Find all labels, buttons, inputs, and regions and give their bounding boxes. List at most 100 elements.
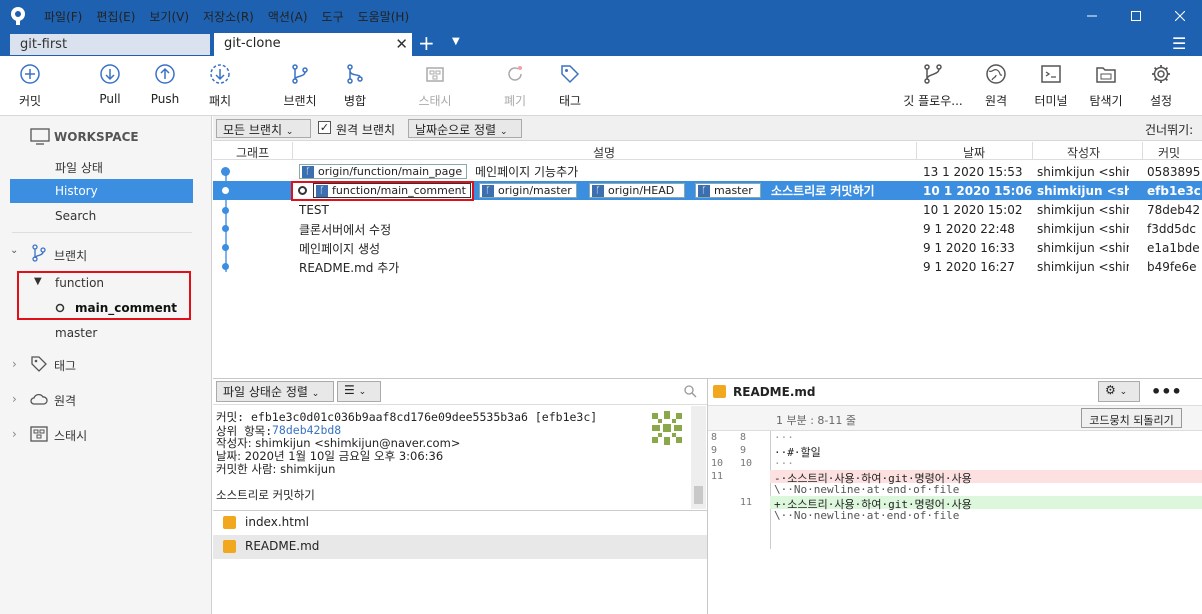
branch-icon: ᚴ xyxy=(302,165,314,178)
hamburger-menu-icon[interactable]: ☰ xyxy=(1172,34,1186,53)
commit-node xyxy=(222,244,229,251)
branch-section-icon xyxy=(32,244,46,262)
diff-line: ··· xyxy=(774,431,794,444)
remotes-expand-icon[interactable]: › xyxy=(12,392,17,406)
gitflow-button[interactable]: 깃 플로우... xyxy=(897,62,969,109)
commit-node xyxy=(222,263,229,270)
chevron-down-icon: ⌄ xyxy=(311,389,320,399)
column-graph[interactable]: 그래프 xyxy=(236,144,269,161)
view-mode-dropdown[interactable]: ☰ ⌄ xyxy=(337,381,381,402)
workspace-header[interactable]: WORKSPACE xyxy=(54,130,139,144)
commit-button[interactable]: 커밋 xyxy=(0,62,60,109)
settings-button[interactable]: 설정 xyxy=(1131,62,1191,109)
menu-action[interactable]: 액션(A) xyxy=(268,8,308,25)
menu-file[interactable]: 파일(F) xyxy=(44,8,82,25)
file-row-selected[interactable]: README.md xyxy=(213,535,707,559)
tags-header[interactable]: 태그 xyxy=(54,357,76,374)
branch-folder-function[interactable]: function xyxy=(55,276,104,290)
revert-hunk-button[interactable]: 코드뭉치 되돌리기 xyxy=(1081,408,1182,428)
scrollbar[interactable] xyxy=(691,406,706,509)
file-row[interactable]: index.html xyxy=(213,511,707,535)
pull-button[interactable]: Pull xyxy=(80,62,140,106)
menu-help[interactable]: 도움말(H) xyxy=(358,8,410,25)
sort-dropdown[interactable]: 날짜순으로 정렬 ⌄ xyxy=(408,119,522,138)
tag-button[interactable]: 태그 xyxy=(540,62,600,109)
remote-branches-checkbox[interactable]: ✓ xyxy=(318,121,331,134)
scrollbar-thumb[interactable] xyxy=(694,486,703,504)
branch-icon: ᚴ xyxy=(482,184,494,197)
commit-author: shimkijun <shimki xyxy=(1037,165,1129,179)
column-divider xyxy=(1032,142,1033,160)
explorer-button[interactable]: 탐색기 xyxy=(1076,62,1136,109)
branch-filter-dropdown[interactable]: 모든 브랜치 ⌄ xyxy=(216,119,311,138)
discard-button[interactable]: 폐기 xyxy=(485,62,545,109)
commit-date: 9 1 2020 22:48 xyxy=(923,222,1015,236)
close-tab-icon[interactable]: ✕ xyxy=(395,35,408,53)
remote-label: 원격 xyxy=(984,94,1008,108)
more-options-icon[interactable]: ••• xyxy=(1151,382,1182,401)
table-row[interactable]: 메인페이지 생성 9 1 2020 16:33 shimkijun <shimk… xyxy=(213,239,1202,258)
search-icon[interactable] xyxy=(684,385,697,398)
merge-label: 병합 xyxy=(343,94,367,108)
maximize-button[interactable] xyxy=(1114,0,1158,32)
ref-tag: ᚴ origin/HEAD xyxy=(589,183,685,198)
explorer-label: 탐색기 xyxy=(1089,94,1123,108)
sidebar-divider xyxy=(12,232,192,233)
push-button[interactable]: Push xyxy=(135,62,195,106)
branches-collapse-icon[interactable]: ⌄ xyxy=(10,245,18,256)
menu-edit[interactable]: 편집(E) xyxy=(96,8,135,25)
column-date[interactable]: 날짜 xyxy=(963,144,985,161)
table-row[interactable]: ᚴ origin/function/main_page 메인페이지 기능추가 13… xyxy=(213,162,1202,181)
branches-header[interactable]: 브랜치 xyxy=(54,247,87,264)
table-row[interactable]: README.md 추가 9 1 2020 16:27 shimkijun <s… xyxy=(213,258,1202,277)
column-author[interactable]: 작성자 xyxy=(1067,144,1100,161)
terminal-button[interactable]: 터미널 xyxy=(1021,62,1081,109)
diff-line: \··No·newline·at·end·of·file xyxy=(774,483,960,496)
stash-button[interactable]: 스태시 xyxy=(405,62,465,109)
current-branch-icon xyxy=(55,303,65,313)
stashes-header[interactable]: 스태시 xyxy=(54,427,87,444)
menu-view[interactable]: 보기(V) xyxy=(149,8,189,25)
branch-label: 브랜치 xyxy=(283,94,317,108)
column-description[interactable]: 설명 xyxy=(593,144,615,161)
function-expand-icon[interactable]: ▼ xyxy=(34,276,42,287)
menu-repository[interactable]: 저장소(R) xyxy=(203,8,254,25)
modified-file-icon xyxy=(223,516,236,529)
commit-list-header xyxy=(213,142,1202,160)
remote-button[interactable]: 원격 xyxy=(966,62,1026,109)
table-row[interactable]: TEST 10 1 2020 15:02 shimkijun <shimki 7… xyxy=(213,201,1202,220)
stashes-expand-icon[interactable]: › xyxy=(12,427,17,441)
tags-expand-icon[interactable]: › xyxy=(12,357,17,371)
close-button[interactable] xyxy=(1158,0,1202,32)
line-number-old: 9 xyxy=(711,445,718,456)
remotes-header[interactable]: 원격 xyxy=(54,392,76,409)
tab-dropdown-icon[interactable]: ▼ xyxy=(452,36,460,47)
discard-icon xyxy=(508,66,522,81)
stash-label: 스태시 xyxy=(418,94,452,108)
branch-main-comment[interactable]: main_comment xyxy=(75,301,177,315)
sidebar-item-search[interactable]: Search xyxy=(55,209,96,223)
commit-date: 9 1 2020 16:27 xyxy=(923,260,1015,274)
sidebar-item-history[interactable]: History xyxy=(10,179,193,203)
merge-button[interactable]: 병합 xyxy=(325,62,385,109)
column-commit[interactable]: 커밋 xyxy=(1158,144,1180,161)
menu-tools[interactable]: 도구 xyxy=(322,8,344,25)
stash-icon xyxy=(426,67,444,82)
fetch-button[interactable]: 패치 xyxy=(190,62,250,109)
tab-git-clone[interactable]: git-clone ✕ xyxy=(214,33,412,56)
new-tab-icon[interactable]: + xyxy=(418,31,435,55)
diff-options-dropdown[interactable]: ⚙ ⌄ xyxy=(1098,381,1140,402)
branch-button[interactable]: 브랜치 xyxy=(270,62,330,109)
commit-date: 9 1 2020 16:33 xyxy=(923,241,1015,255)
branch-master[interactable]: master xyxy=(55,326,97,340)
line-number-new: 9 xyxy=(740,445,747,456)
window-controls xyxy=(1070,0,1202,32)
minimize-button[interactable] xyxy=(1070,0,1114,32)
file-sort-dropdown[interactable]: 파일 상태순 정렬 ⌄ xyxy=(216,381,334,402)
table-row-selected[interactable]: ᚴ function/main_comment ᚴ origin/master ᚴo… xyxy=(213,181,1202,201)
table-row[interactable]: 클론서버에서 수정 9 1 2020 22:48 shimkijun <shim… xyxy=(213,220,1202,239)
chevron-down-icon: ⌄ xyxy=(358,387,367,397)
sidebar-item-file-status[interactable]: 파일 상태 xyxy=(55,159,103,176)
tab-git-first[interactable]: git-first xyxy=(10,34,210,55)
commit-message: 클론서버에서 수정 xyxy=(299,223,392,237)
